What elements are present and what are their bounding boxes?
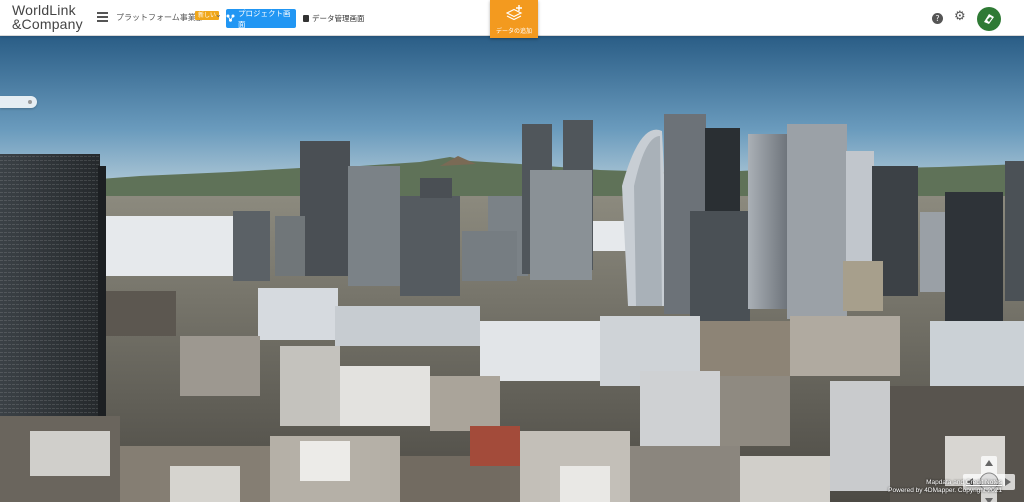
project-screen-button[interactable]: プロジェクト画面 [226,8,296,29]
menu-icon[interactable] [97,12,108,22]
data-button-label: データ管理画面 [312,14,365,23]
city-3d-scene [0,36,1024,502]
logo-line-2: &Company [12,16,83,32]
map-credit: Mapdata and Credit Notes Powered by 4DMa… [888,479,1002,495]
data-management-button[interactable]: データ管理画面 [303,9,365,28]
credit-notes-link[interactable]: Credit Notes [966,479,1002,486]
side-panel-toggle[interactable] [0,96,37,108]
logo-line-1: WorldLink [12,2,76,18]
data-icon [303,15,309,22]
add-data-button[interactable]: データの追加 [490,0,538,38]
add-layers-icon [505,4,523,22]
3d-map-viewport[interactable]: Mapdata and Credit Notes Powered by 4DMa… [0,36,1024,502]
powered-by-text: Powered by 4DMapper. Copyright 2021 [888,487,1002,494]
top-bar: WorldLink &Company プラットフォーム事業部 新しい ⌄ プロジ… [0,0,1024,38]
user-avatar[interactable] [977,7,1001,31]
chevron-down-icon[interactable]: ⌄ [215,10,222,19]
project-icon [226,14,235,24]
project-button-label: プロジェクト画面 [238,8,291,29]
add-data-label: データの追加 [495,28,532,35]
organization-name: プラットフォーム事業部 [116,13,204,22]
company-logo[interactable]: WorldLink &Company [12,3,83,31]
help-icon[interactable]: ? [932,13,943,24]
user-logo-icon [978,8,1000,30]
credit-prefix: Mapdata and [926,479,966,486]
gear-icon[interactable]: ⚙ [954,10,966,24]
